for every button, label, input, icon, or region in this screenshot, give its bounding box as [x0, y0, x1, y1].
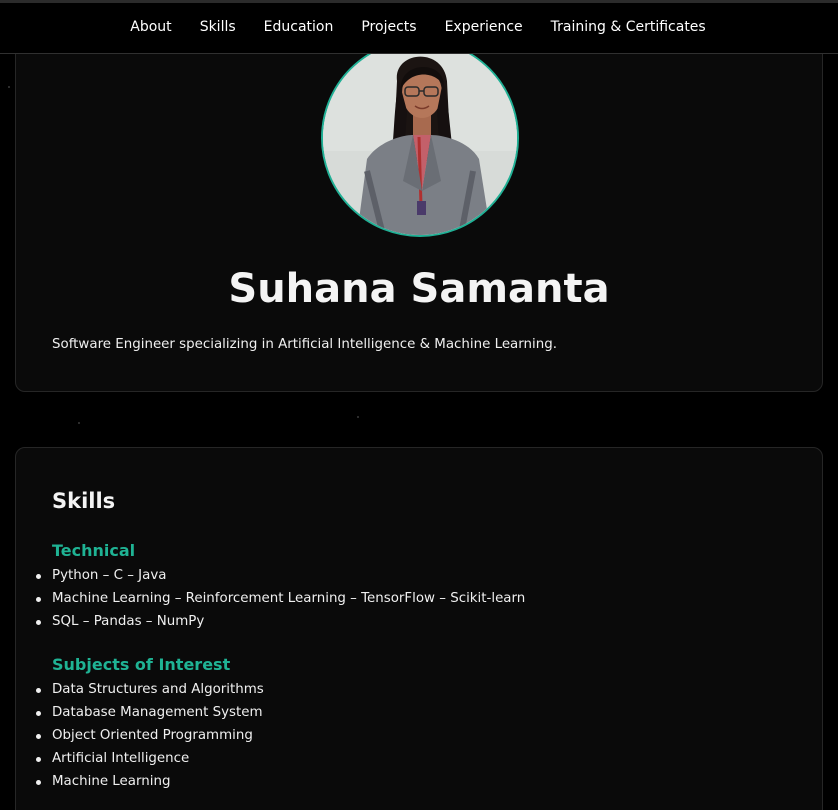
- bullet-icon: [36, 734, 41, 739]
- background-star: [78, 422, 80, 424]
- list-item-text: SQL – Pandas – NumPy: [52, 614, 205, 629]
- list-item: Artificial Intelligence: [36, 749, 264, 772]
- technical-heading: Technical: [52, 541, 136, 560]
- list-item: Machine Learning: [36, 772, 264, 795]
- profile-tagline: Software Engineer specializing in Artifi…: [52, 337, 557, 352]
- portfolio-page: About Skills Education Projects Experien…: [0, 0, 838, 810]
- bullet-icon: [36, 574, 41, 579]
- bullet-icon: [36, 597, 41, 602]
- list-item: Python – C – Java: [36, 566, 525, 589]
- profile-photo-icon: [323, 41, 517, 235]
- technical-skills-list: Python – C – Java Machine Learning – Rei…: [36, 566, 526, 635]
- nav-link-projects[interactable]: Projects: [361, 19, 416, 35]
- nav-list: About Skills Education Projects Experien…: [130, 19, 705, 35]
- bullet-icon: [36, 688, 41, 693]
- list-item-text: Python – C – Java: [52, 568, 167, 583]
- skills-title: Skills: [52, 489, 116, 513]
- list-item-text: Data Structures and Algorithms: [52, 682, 264, 697]
- nav-link-about[interactable]: About: [130, 19, 171, 35]
- nav-link-education[interactable]: Education: [264, 19, 334, 35]
- bullet-icon: [36, 757, 41, 762]
- bullet-icon: [36, 711, 41, 716]
- list-item-text: Object Oriented Programming: [52, 728, 253, 743]
- list-item: Data Structures and Algorithms: [36, 680, 264, 703]
- profile-photo: [321, 39, 519, 237]
- nav-link-experience[interactable]: Experience: [445, 19, 523, 35]
- list-item: Object Oriented Programming: [36, 726, 264, 749]
- background-star: [357, 416, 359, 418]
- interests-heading: Subjects of Interest: [52, 655, 231, 674]
- list-item-text: Machine Learning – Reinforcement Learnin…: [52, 591, 526, 606]
- interests-list: Data Structures and Algorithms Database …: [36, 680, 264, 795]
- profile-name: Suhana Samanta: [228, 266, 610, 312]
- list-item-text: Database Management System: [52, 705, 263, 720]
- top-navbar: About Skills Education Projects Experien…: [0, 0, 838, 54]
- bullet-icon: [36, 620, 41, 625]
- nav-link-skills[interactable]: Skills: [200, 19, 236, 35]
- list-item-text: Artificial Intelligence: [52, 751, 190, 766]
- list-item: SQL – Pandas – NumPy: [36, 612, 525, 635]
- list-item: Database Management System: [36, 703, 264, 726]
- nav-link-training-certificates[interactable]: Training & Certificates: [551, 19, 706, 35]
- list-item: Machine Learning – Reinforcement Learnin…: [36, 589, 526, 612]
- list-item-text: Machine Learning: [52, 774, 171, 789]
- bullet-icon: [36, 780, 41, 785]
- background-star: [8, 86, 10, 88]
